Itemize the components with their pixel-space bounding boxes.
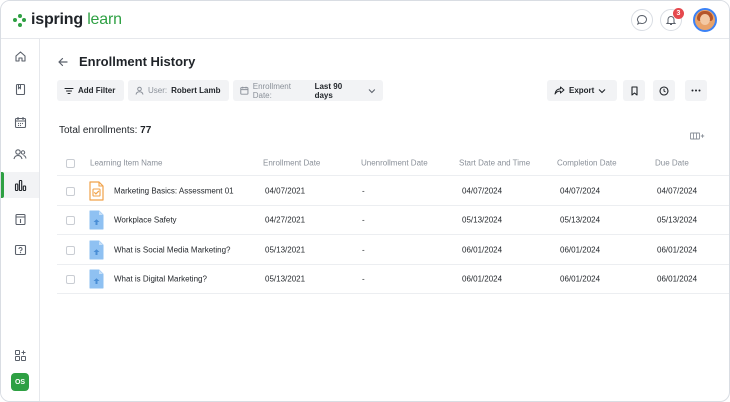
add-filter-button[interactable]: Add Filter bbox=[57, 80, 124, 101]
item-name[interactable]: Marketing Basics: Assessment 01 bbox=[114, 187, 234, 196]
column-header-name[interactable]: Learning Item Name bbox=[90, 159, 162, 168]
table-row[interactable]: What is Digital Marketing? 05/13/2021 - … bbox=[57, 265, 729, 294]
content-icon[interactable] bbox=[9, 208, 31, 230]
unenrollment-date: - bbox=[362, 186, 365, 196]
due-date: 06/01/2024 bbox=[657, 245, 698, 255]
enrollment-date: 05/13/2021 bbox=[265, 274, 306, 284]
back-arrow-icon[interactable] bbox=[57, 55, 69, 73]
more-horizontal-icon bbox=[691, 89, 701, 92]
unenrollment-date: - bbox=[362, 215, 365, 225]
select-all-checkbox[interactable] bbox=[66, 158, 75, 168]
completion-date: 06/01/2024 bbox=[560, 245, 601, 255]
help-icon[interactable] bbox=[9, 239, 31, 261]
start-date: 05/13/2024 bbox=[462, 215, 503, 225]
table-row[interactable]: What is Social Media Marketing? 05/13/20… bbox=[57, 236, 729, 265]
column-header-unenrollment[interactable]: Unenrollment Date bbox=[361, 159, 428, 168]
due-date: 06/01/2024 bbox=[657, 274, 698, 284]
date-filter-value: Last 90 days bbox=[314, 81, 343, 100]
total-enrollments: Total enrollments: 77 bbox=[59, 125, 151, 136]
row-checkbox[interactable] bbox=[66, 274, 75, 284]
course-file-icon bbox=[89, 240, 104, 260]
export-label: Export bbox=[569, 86, 595, 95]
active-indicator bbox=[1, 172, 4, 198]
filter-icon bbox=[64, 87, 74, 94]
bookmark-icon bbox=[630, 85, 638, 96]
start-date: 04/07/2024 bbox=[462, 186, 503, 196]
export-button[interactable]: Export bbox=[547, 80, 617, 101]
column-header-completion[interactable]: Completion Date bbox=[557, 159, 617, 168]
share-icon bbox=[554, 86, 565, 95]
column-header-start[interactable]: Start Date and Time bbox=[459, 159, 530, 168]
item-name[interactable]: What is Social Media Marketing? bbox=[114, 246, 231, 255]
column-header-enrollment[interactable]: Enrollment Date bbox=[263, 159, 320, 168]
course-file-icon bbox=[89, 210, 104, 230]
users-icon[interactable] bbox=[9, 143, 31, 165]
columns-settings-icon[interactable] bbox=[690, 127, 705, 145]
calendar-small-icon bbox=[240, 86, 249, 95]
reports-icon[interactable] bbox=[9, 174, 31, 196]
calendar-icon[interactable] bbox=[9, 111, 31, 133]
page-title: Enrollment History bbox=[79, 54, 196, 69]
top-bar: ispring learn 3 bbox=[1, 1, 729, 39]
course-file-icon bbox=[89, 269, 104, 289]
user-filter-label: User: bbox=[148, 86, 168, 95]
completion-date: 06/01/2024 bbox=[560, 274, 601, 284]
due-date: 05/13/2024 bbox=[657, 215, 698, 225]
assessment-icon bbox=[89, 181, 104, 201]
enrollment-date: 05/13/2021 bbox=[265, 245, 306, 255]
completion-date: 05/13/2024 bbox=[560, 215, 601, 225]
date-filter-label: Enrollment Date: bbox=[252, 81, 291, 100]
user-filter-value: Robert Lamb bbox=[171, 86, 221, 95]
column-header-due[interactable]: Due Date bbox=[655, 159, 689, 168]
enrollment-date: 04/07/2021 bbox=[265, 186, 306, 196]
more-options-button[interactable] bbox=[685, 80, 707, 101]
home-icon[interactable] bbox=[9, 45, 31, 67]
clock-icon bbox=[659, 85, 669, 96]
table-row[interactable]: Workplace Safety 04/27/2021 - 05/13/2024… bbox=[57, 206, 729, 235]
user-filter-chip[interactable]: User: Robert Lamb bbox=[128, 80, 229, 101]
ispring-logo-mark-icon bbox=[13, 13, 26, 27]
unenrollment-date: - bbox=[362, 245, 365, 255]
start-date: 06/01/2024 bbox=[462, 274, 503, 284]
add-filter-label: Add Filter bbox=[78, 86, 116, 95]
side-nav: OS bbox=[1, 39, 40, 401]
unenrollment-date: - bbox=[362, 274, 365, 284]
app-window: ispring learn 3 OS Enrollment History Ad… bbox=[0, 0, 730, 402]
row-checkbox[interactable] bbox=[66, 186, 75, 196]
chevron-down-icon bbox=[598, 88, 606, 93]
total-enrollments-label: Total enrollments: bbox=[59, 125, 138, 136]
enrollment-date: 04/27/2021 bbox=[265, 215, 306, 225]
chat-icon[interactable] bbox=[631, 9, 653, 31]
library-icon[interactable] bbox=[9, 78, 31, 100]
ispring-logo[interactable]: ispring learn bbox=[13, 11, 122, 29]
apps-add-icon[interactable] bbox=[9, 344, 31, 366]
total-enrollments-count: 77 bbox=[140, 125, 152, 136]
chevron-down-icon bbox=[368, 88, 376, 93]
bookmark-button[interactable] bbox=[623, 80, 645, 101]
due-date: 04/07/2024 bbox=[657, 186, 698, 196]
table-row[interactable]: Marketing Basics: Assessment 01 04/07/20… bbox=[57, 177, 729, 206]
start-date: 06/01/2024 bbox=[462, 245, 503, 255]
user-avatar[interactable] bbox=[693, 8, 717, 32]
logo-text: ispring learn bbox=[31, 11, 122, 28]
completion-date: 04/07/2024 bbox=[560, 186, 601, 196]
account-badge[interactable]: OS bbox=[11, 373, 29, 391]
item-name[interactable]: Workplace Safety bbox=[114, 216, 177, 225]
row-checkbox[interactable] bbox=[66, 215, 75, 225]
enrollment-date-filter[interactable]: Enrollment Date: Last 90 days bbox=[233, 80, 383, 101]
item-name[interactable]: What is Digital Marketing? bbox=[114, 275, 207, 284]
notification-badge: 3 bbox=[673, 8, 684, 19]
table-header: Learning Item Name Enrollment Date Unenr… bbox=[57, 151, 729, 176]
schedule-button[interactable] bbox=[653, 80, 675, 101]
user-icon bbox=[135, 86, 144, 95]
row-checkbox[interactable] bbox=[66, 245, 75, 255]
